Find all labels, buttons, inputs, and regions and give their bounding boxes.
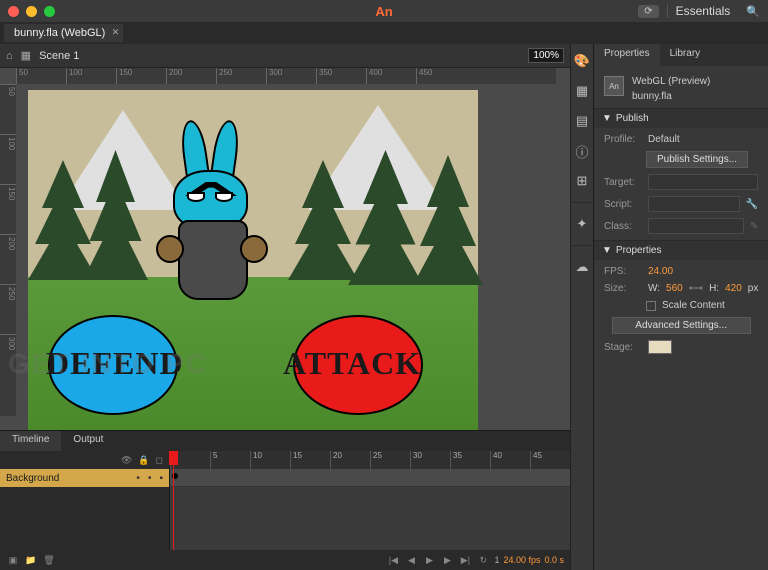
document-type-icon: An xyxy=(604,76,624,96)
scale-content-checkbox[interactable] xyxy=(646,301,656,311)
properties-section-header[interactable]: ▼ Properties xyxy=(594,241,768,260)
window-controls xyxy=(8,6,55,17)
profile-value: Default xyxy=(648,134,680,145)
fps-value[interactable]: 24.00 xyxy=(648,266,673,277)
chevron-down-icon: ▼ xyxy=(602,245,612,256)
artwork-defend-text: DEFEND xyxy=(46,345,184,382)
play-icon[interactable]: ▶ xyxy=(422,555,436,566)
next-frame-icon[interactable]: ▶ xyxy=(440,555,454,566)
document-type: WebGL (Preview) xyxy=(632,76,710,87)
fps-display[interactable]: 24.00 fps xyxy=(503,555,540,565)
ruler-horizontal: 50100150200250300350400450 xyxy=(16,68,556,84)
height-value[interactable]: 420 xyxy=(725,283,742,294)
visibility-header-icon[interactable]: 👁 xyxy=(121,455,132,466)
zoom-level[interactable]: 100% xyxy=(528,48,564,63)
target-label: Target: xyxy=(604,177,642,188)
stage-area[interactable]: 50100150200250300350400450 5010015020025… xyxy=(0,68,570,430)
titlebar: An ⟳ Essentials 🔍 xyxy=(0,0,768,22)
pencil-icon: ✎ xyxy=(750,221,758,232)
profile-label: Profile: xyxy=(604,134,642,145)
close-tab-icon[interactable]: ✕ xyxy=(112,27,120,38)
size-label: Size: xyxy=(604,283,642,294)
document-name: bunny.fla xyxy=(632,91,710,102)
frame-ruler[interactable]: 151015202530354045 xyxy=(170,451,570,469)
ruler-vertical: 50100150200250300 xyxy=(0,84,16,416)
class-field xyxy=(648,218,744,234)
frames-column[interactable]: 151015202530354045 xyxy=(170,451,570,550)
tab-library[interactable]: Library xyxy=(660,44,711,66)
class-label: Class: xyxy=(604,221,642,232)
workspace-switcher[interactable]: Essentials xyxy=(667,4,739,18)
time-display: 0.0 s xyxy=(544,555,564,565)
brush-panel-icon[interactable]: ✦ xyxy=(571,213,593,235)
lock-header-icon[interactable]: 🔒 xyxy=(138,455,149,466)
swatches-panel-icon[interactable]: ▦ xyxy=(571,80,593,102)
stage-canvas[interactable]: DEFEND ATTACK xyxy=(28,90,478,430)
app-logo: An xyxy=(375,4,392,19)
search-icon[interactable]: 🔍 xyxy=(746,5,760,18)
maximize-window[interactable] xyxy=(44,6,55,17)
artwork-attack-text: ATTACK xyxy=(283,345,421,382)
delete-layer-icon[interactable]: 🗑 xyxy=(42,555,56,566)
tab-output[interactable]: Output xyxy=(61,431,115,451)
width-label: W: xyxy=(648,283,660,294)
height-label: H: xyxy=(709,283,719,294)
link-icon[interactable]: ⟷ xyxy=(689,283,703,294)
frame-row[interactable] xyxy=(170,469,570,487)
outline-header-icon[interactable]: ◻ xyxy=(156,455,163,466)
scene-header: ⌂ ▦ Scene 1 100% xyxy=(0,44,570,68)
script-label: Script: xyxy=(604,199,642,210)
properties-panel: Properties Library An WebGL (Preview) bu… xyxy=(593,44,768,570)
first-frame-icon[interactable]: |◀ xyxy=(386,555,400,566)
sync-status-icon[interactable]: ⟳ xyxy=(638,5,658,18)
minimize-window[interactable] xyxy=(26,6,37,17)
timeline-panel: Timeline Output 👁 🔒 ◻ Background ••▪ xyxy=(0,430,570,570)
home-icon[interactable]: ⌂ xyxy=(6,50,13,62)
target-dropdown xyxy=(648,174,758,190)
script-dropdown xyxy=(648,196,740,212)
tab-timeline[interactable]: Timeline xyxy=(0,431,61,451)
scene-icon: ▦ xyxy=(21,49,31,62)
close-window[interactable] xyxy=(8,6,19,17)
publish-section-header[interactable]: ▼ Publish xyxy=(594,109,768,128)
scale-content-label: Scale Content xyxy=(662,300,725,311)
new-layer-icon[interactable]: ▣ xyxy=(6,555,20,566)
chevron-down-icon: ▼ xyxy=(602,113,612,124)
playhead[interactable] xyxy=(173,451,174,550)
px-label: px xyxy=(748,283,759,294)
color-panel-icon[interactable]: 🎨 xyxy=(571,50,593,72)
layer-name: Background xyxy=(6,473,59,484)
collapsed-panels-strip: 🎨 ▦ ▤ ⓘ ⊞ ✦ ☁ xyxy=(570,44,593,570)
align-panel-icon[interactable]: ▤ xyxy=(571,110,593,132)
cc-libraries-icon[interactable]: ☁ xyxy=(571,256,593,278)
fps-label: FPS: xyxy=(604,266,642,277)
scene-name[interactable]: Scene 1 xyxy=(39,50,79,62)
stage-label: Stage: xyxy=(604,342,642,353)
current-frame[interactable]: 1 xyxy=(494,555,499,565)
transform-panel-icon[interactable]: ⊞ xyxy=(571,170,593,192)
width-value[interactable]: 560 xyxy=(666,283,683,294)
document-tab-label: bunny.fla (WebGL) xyxy=(14,27,105,39)
document-tabbar: bunny.fla (WebGL) ✕ xyxy=(0,22,768,44)
publish-settings-button[interactable]: Publish Settings... xyxy=(646,151,748,168)
new-folder-icon[interactable]: 📁 xyxy=(24,555,38,566)
document-tab[interactable]: bunny.fla (WebGL) ✕ xyxy=(4,24,123,42)
timeline-footer: ▣ 📁 🗑 |◀ ◀ ▶ ▶ ▶| ↻ 1 24.00 fps 0.0 s xyxy=(0,550,570,570)
info-panel-icon[interactable]: ⓘ xyxy=(571,140,593,162)
artwork-bunny xyxy=(148,120,288,320)
stage-color-swatch[interactable] xyxy=(648,340,672,354)
tab-properties[interactable]: Properties xyxy=(594,44,660,66)
layers-column: 👁 🔒 ◻ Background ••▪ xyxy=(0,451,170,550)
loop-icon[interactable]: ↻ xyxy=(476,555,490,566)
layer-row[interactable]: Background ••▪ xyxy=(0,469,169,487)
wrench-icon: 🔧 xyxy=(746,199,758,210)
prev-frame-icon[interactable]: ◀ xyxy=(404,555,418,566)
last-frame-icon[interactable]: ▶| xyxy=(458,555,472,566)
advanced-settings-button[interactable]: Advanced Settings... xyxy=(612,317,751,334)
